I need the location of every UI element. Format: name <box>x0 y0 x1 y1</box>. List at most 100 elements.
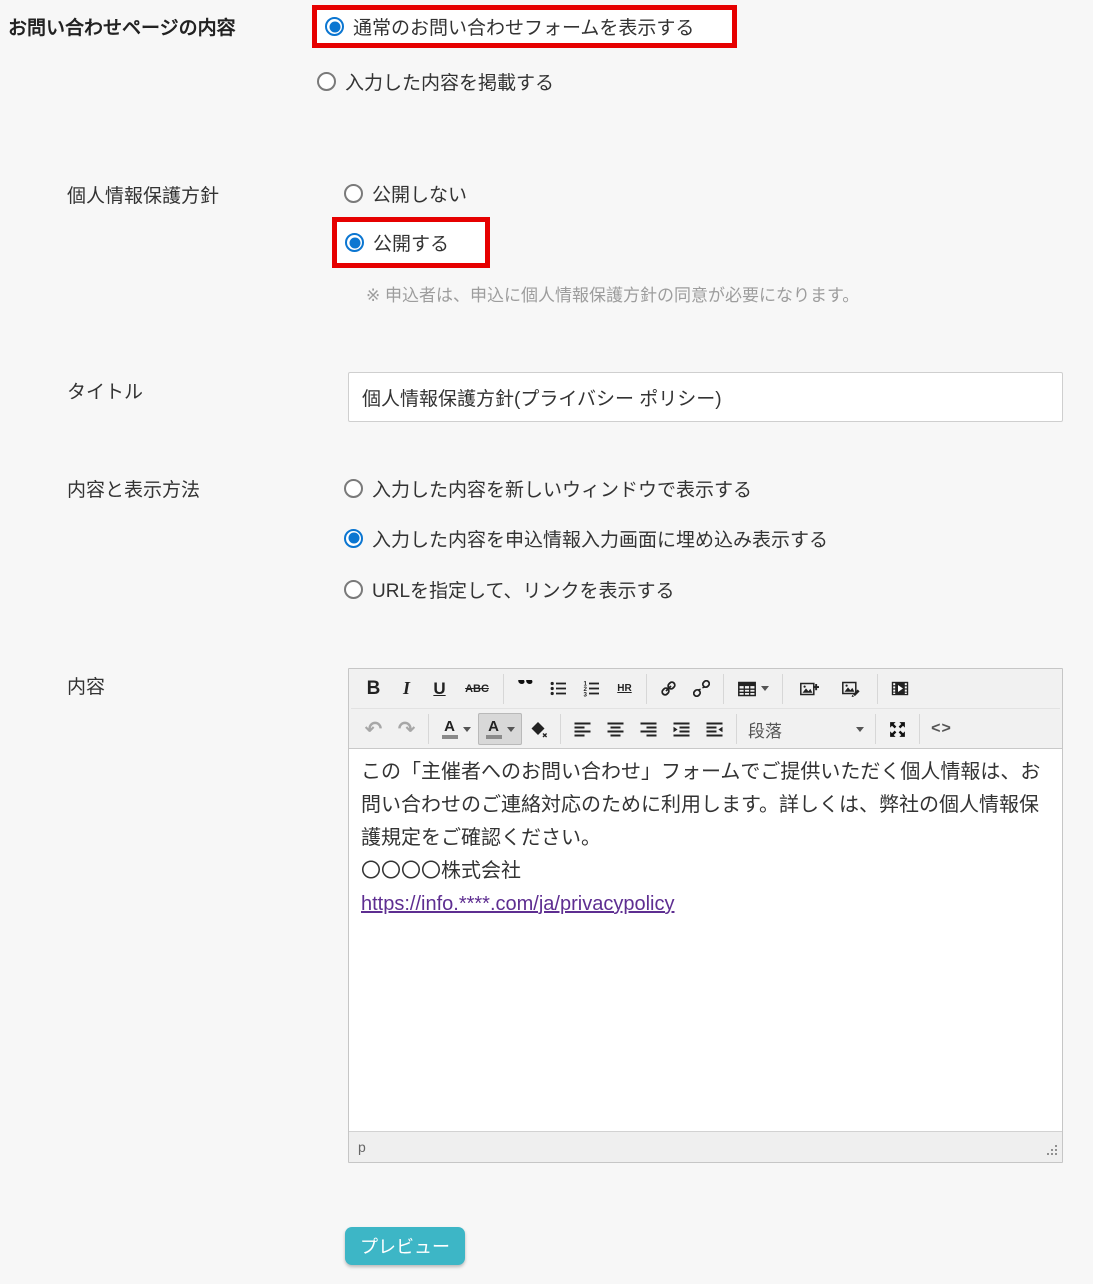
editor-content-area[interactable]: この「主催者へのお問い合わせ」フォームでご提供いただく個人情報は、お問い合わせの… <box>349 749 1062 1131</box>
field-label-privacy-policy: 個人情報保護方針 <box>67 181 219 208</box>
edit-image-icon <box>842 680 861 697</box>
field-label-title: タイトル <box>67 377 143 404</box>
radio-unselected-icon[interactable] <box>344 479 363 498</box>
radio-option-label: 入力した内容を掲載する <box>345 68 554 95</box>
radio-option-label: URLを指定して、リンクを表示する <box>372 576 675 603</box>
toolbar-separator <box>875 714 876 744</box>
chevron-down-icon <box>761 686 769 691</box>
source-code-icon: <> <box>931 720 952 738</box>
underline-icon: U <box>433 679 445 699</box>
radio-option-url-link[interactable]: URLを指定して、リンクを表示する <box>344 573 675 605</box>
svg-text:3: 3 <box>584 691 588 697</box>
align-left-button[interactable] <box>566 713 599 745</box>
toolbar-separator <box>723 674 724 704</box>
radio-unselected-icon[interactable] <box>317 72 336 91</box>
chevron-down-icon <box>507 727 515 732</box>
toolbar-separator <box>736 714 737 744</box>
remove-link-button[interactable] <box>685 673 718 705</box>
radio-option-publish[interactable]: 公開する <box>345 227 449 259</box>
toolbar-separator <box>428 714 429 744</box>
bold-button[interactable]: B <box>357 673 390 705</box>
radio-selected-icon[interactable] <box>344 529 363 548</box>
radio-option-embed[interactable]: 入力した内容を申込情報入力画面に埋め込み表示する <box>344 522 828 554</box>
element-path-label: p <box>358 1139 366 1155</box>
unlink-icon <box>693 680 710 697</box>
background-color-icon: A <box>486 719 502 739</box>
bold-icon: B <box>367 678 381 700</box>
insert-image-icon <box>800 681 819 697</box>
horizontal-rule-button[interactable]: HR <box>608 673 641 705</box>
radio-option-label: 通常のお問い合わせフォームを表示する <box>353 13 694 40</box>
fullscreen-icon <box>888 720 907 739</box>
radio-option-normal-contact-form[interactable]: 通常のお問い合わせフォームを表示する <box>325 11 694 43</box>
italic-button[interactable]: I <box>390 673 423 705</box>
privacy-policy-link[interactable]: https://info.****.com/ja/privacypolicy <box>361 893 674 915</box>
ordered-list-button[interactable]: 123 <box>575 673 608 705</box>
rich-text-editor: B I U ABC “ 123 HR <box>348 668 1063 1163</box>
radio-option-do-not-publish[interactable]: 公開しない <box>344 177 467 209</box>
toolbar-separator <box>503 674 504 704</box>
text-color-button[interactable]: A <box>434 713 478 745</box>
insert-link-button[interactable] <box>652 673 685 705</box>
source-code-button[interactable]: <> <box>925 713 958 745</box>
insert-media-button[interactable] <box>883 673 916 705</box>
toolbar-separator <box>560 714 561 744</box>
align-right-button[interactable] <box>632 713 665 745</box>
radio-unselected-icon[interactable] <box>344 580 363 599</box>
radio-selected-icon[interactable] <box>345 233 364 252</box>
align-left-icon <box>574 721 591 738</box>
paragraph-format-dropdown[interactable]: 段落 <box>742 713 870 745</box>
field-label-content: 内容 <box>67 672 105 699</box>
editor-toolbar: B I U ABC “ 123 HR <box>349 669 1062 749</box>
editor-link-line: https://info.****.com/ja/privacypolicy <box>361 888 1050 921</box>
resize-grip-handle[interactable] <box>1045 1144 1058 1162</box>
align-center-button[interactable] <box>599 713 632 745</box>
insert-image-button[interactable] <box>788 673 830 705</box>
chevron-down-icon <box>463 727 471 732</box>
radio-option-posted-content[interactable]: 入力した内容を掲載する <box>317 65 554 97</box>
blockquote-icon: “ <box>517 680 535 698</box>
media-icon <box>891 681 909 696</box>
highlight-box-publish: 公開する <box>332 217 490 268</box>
strikethrough-button[interactable]: ABC <box>456 673 498 705</box>
radio-unselected-icon[interactable] <box>344 184 363 203</box>
editor-company-line: 〇〇〇〇株式会社 <box>361 855 1050 888</box>
paragraph-format-label: 段落 <box>748 717 782 742</box>
toolbar-row-2: ↶ ↷ A A <box>351 709 1060 749</box>
text-color-icon: A <box>442 719 458 739</box>
radio-option-label: 公開しない <box>372 180 467 207</box>
undo-button[interactable]: ↶ <box>357 713 390 745</box>
fullscreen-button[interactable] <box>881 713 914 745</box>
chevron-down-icon <box>856 727 864 732</box>
underline-button[interactable]: U <box>423 673 456 705</box>
redo-button[interactable]: ↷ <box>390 713 423 745</box>
field-label-display-method: 内容と表示方法 <box>67 475 200 502</box>
blockquote-button[interactable]: “ <box>509 673 542 705</box>
indent-icon <box>673 721 690 738</box>
undo-icon: ↶ <box>365 717 383 742</box>
radio-selected-icon[interactable] <box>325 17 344 36</box>
highlight-box-normal-form: 通常のお問い合わせフォームを表示する <box>312 5 737 48</box>
toolbar-separator <box>646 674 647 704</box>
title-input[interactable] <box>348 372 1063 422</box>
align-right-icon <box>640 721 657 738</box>
toolbar-separator <box>782 674 783 704</box>
indent-button[interactable] <box>665 713 698 745</box>
outdent-button[interactable] <box>698 713 731 745</box>
unordered-list-button[interactable] <box>542 673 575 705</box>
table-icon <box>738 681 756 697</box>
editor-paragraph: この「主催者へのお問い合わせ」フォームでご提供いただく個人情報は、お問い合わせの… <box>361 756 1050 855</box>
align-center-icon <box>607 721 624 738</box>
preview-button[interactable]: プレビュー <box>345 1227 465 1265</box>
radio-option-new-window[interactable]: 入力した内容を新しいウィンドウで表示する <box>344 472 752 504</box>
link-icon <box>660 680 677 697</box>
background-color-button[interactable]: A <box>478 713 522 745</box>
resize-grip-icon <box>1045 1144 1058 1157</box>
horizontal-rule-icon: HR <box>617 683 631 694</box>
table-button[interactable] <box>729 673 777 705</box>
edit-image-button[interactable] <box>830 673 872 705</box>
remove-format-button[interactable] <box>522 713 555 745</box>
editor-status-bar: p <box>349 1131 1062 1162</box>
italic-icon: I <box>403 678 410 699</box>
privacy-consent-note: ※ 申込者は、申込に個人情報保護方針の同意が必要になります。 <box>366 281 859 306</box>
